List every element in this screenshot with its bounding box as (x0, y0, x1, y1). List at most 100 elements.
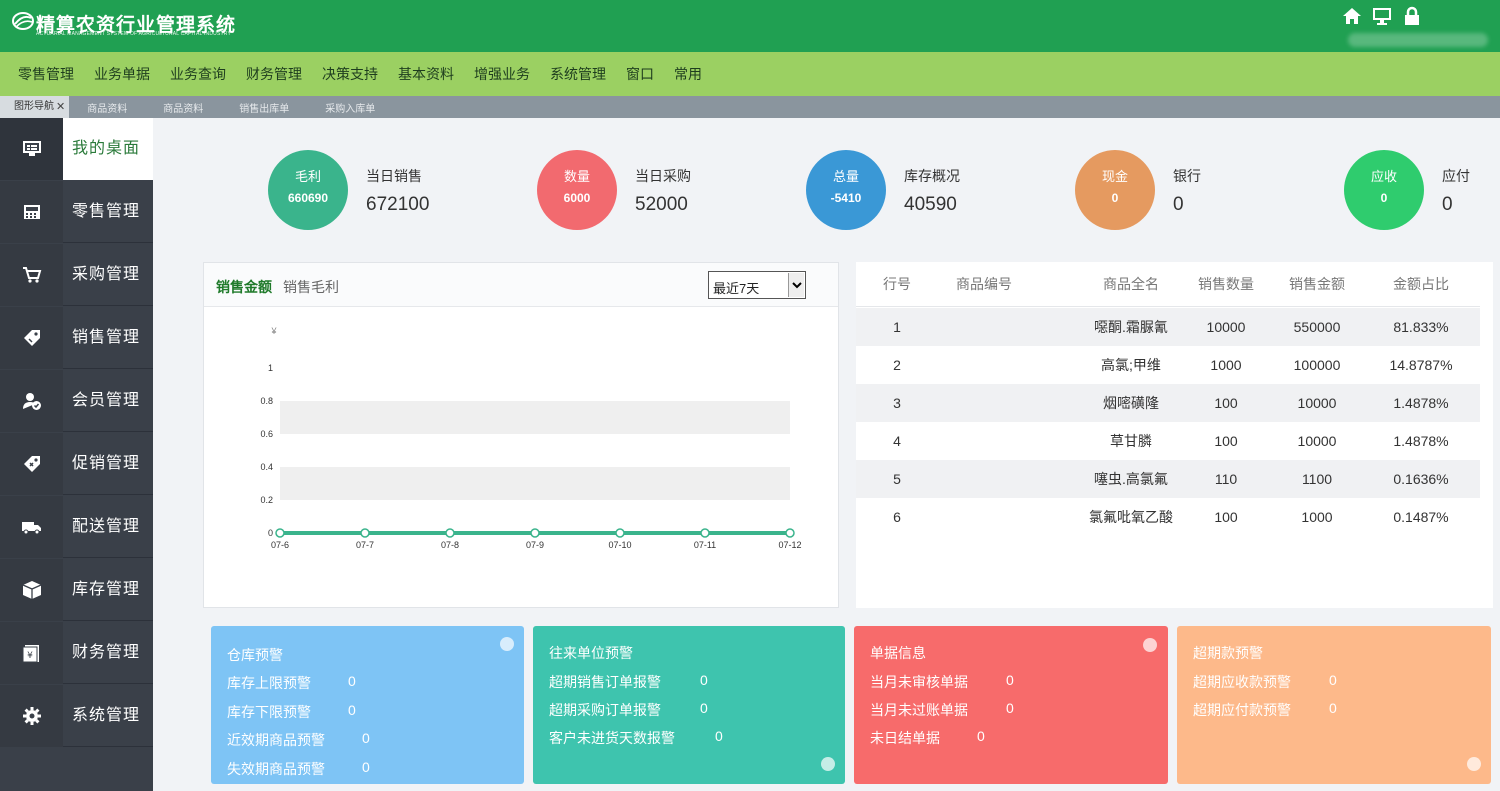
date-range-select[interactable]: 最近7天 (708, 271, 806, 299)
grid-band (280, 434, 790, 467)
grid-band (280, 368, 790, 401)
monitor-icon[interactable] (1372, 6, 1392, 26)
cell-sales-amount: 1000 (1301, 509, 1333, 525)
col-header[interactable]: 销售数量 (1182, 262, 1270, 306)
data-point[interactable] (360, 528, 370, 538)
sidebar-item-member[interactable]: 会员管理 (0, 370, 153, 432)
tab-label: 图形导航 (14, 101, 54, 112)
warning-overdue-payable[interactable]: 超期应付款预警 (1193, 700, 1291, 720)
warning-overdue-sales-order[interactable]: 超期销售订单报警 (549, 672, 661, 692)
sales-chart-panel: 销售金额 销售毛利 最近7天 0 0.2 0.4 0.6 0.8 1 ¥07-6 07-7 07… (203, 262, 839, 608)
data-point[interactable] (700, 528, 710, 538)
stat-circle[interactable]: 毛利 660690 (268, 150, 348, 230)
cell-sales-amount: 10000 (1297, 433, 1337, 449)
stat-circle[interactable]: 现金 0 (1075, 150, 1155, 230)
data-point[interactable] (275, 528, 285, 538)
menu-item-common[interactable]: 常用 (664, 64, 712, 84)
chevron-down-icon[interactable] (788, 273, 804, 297)
table-row[interactable]: 5 噻虫.高氯氟 110 1100 0.1636% (856, 460, 1480, 498)
warning-value: 0 (1329, 672, 1337, 688)
info-unsettled-daily[interactable]: 未日结单据 (870, 728, 940, 748)
table-row[interactable]: 2 高氯;甲维 1000 100000 14.8787% (856, 346, 1480, 384)
warning-value: 0 (715, 728, 723, 744)
warning-customer-no-purchase[interactable]: 客户未进货天数报警 (549, 728, 675, 748)
sidebar-item-label: 我的桌面 (72, 140, 141, 157)
cell-product-code (938, 384, 1030, 422)
top-header: 精算农资行业管理系统 ACTUARIAL MANAGEMENT SYSTEM O… (0, 0, 1500, 52)
data-point[interactable] (530, 528, 540, 538)
tab-sales-outbound[interactable]: 销售出库单 (221, 100, 307, 115)
cell-amount-ratio: 1.4878% (1393, 395, 1449, 411)
chart-header: 销售金额 销售毛利 最近7天 (204, 263, 838, 307)
cell-sales-qty: 100 (1214, 433, 1238, 449)
cell-sales-qty: 10000 (1206, 319, 1246, 335)
card-partner-warning: 往来单位预警 超期销售订单报警 0 超期采购订单报警 0 客户未进货天数报警 0 (533, 626, 845, 784)
dot-icon (1143, 638, 1157, 652)
grid-band (280, 500, 790, 533)
col-header[interactable]: 销售金额 (1270, 262, 1364, 306)
stat-value: 0 (1442, 194, 1453, 215)
menu-item-basic-data[interactable]: 基本资料 (388, 64, 464, 84)
menu-item-system[interactable]: 系统管理 (540, 64, 616, 84)
svg-text:¥: ¥ (27, 651, 33, 661)
cell-row-no: 5 (893, 471, 901, 487)
sidebar-item-retail[interactable]: 零售管理 (0, 181, 153, 243)
table-row[interactable]: 4 草甘膦 100 10000 1.4878% (856, 422, 1480, 460)
stat-value: 40590 (904, 194, 957, 215)
menu-item-query[interactable]: 业务查询 (160, 64, 236, 84)
info-unposted[interactable]: 当月未过账单据 (870, 700, 968, 720)
tab-graphic-nav[interactable]: 图形导航 ✕ (0, 96, 70, 118)
data-point[interactable] (615, 528, 625, 538)
menu-item-documents[interactable]: 业务单据 (84, 64, 160, 84)
warning-expired[interactable]: 失效期商品预警 (227, 759, 325, 779)
info-unreviewed[interactable]: 当月未审核单据 (870, 672, 968, 692)
tab-sales-profit[interactable]: 销售毛利 (283, 277, 339, 297)
sidebar-item-inventory[interactable]: 库存管理 (0, 559, 153, 621)
warning-upper-limit[interactable]: 库存上限预警 (227, 673, 311, 693)
close-icon[interactable]: ✕ (56, 96, 65, 118)
user-info[interactable] (1348, 33, 1488, 47)
sidebar-item-promotion[interactable]: 促销管理 (0, 433, 153, 495)
stat-label: 库存概况 (904, 168, 960, 184)
sidebar-item-desktop[interactable]: 我的桌面 (0, 118, 153, 180)
cell-amount-ratio: 1.4878% (1393, 433, 1449, 449)
warning-overdue-purchase-order[interactable]: 超期采购订单报警 (549, 700, 661, 720)
menu-item-enhanced[interactable]: 增强业务 (464, 64, 540, 84)
menu-item-finance[interactable]: 财务管理 (236, 64, 312, 84)
sidebar-item-delivery[interactable]: 配送管理 (0, 496, 153, 558)
warning-near-expiry[interactable]: 近效期商品预警 (227, 730, 325, 750)
warning-overdue-receivable[interactable]: 超期应收款预警 (1193, 672, 1291, 692)
tab-product-data-2[interactable]: 商品资料 (145, 100, 221, 115)
sidebar-item-purchase[interactable]: 采购管理 (0, 244, 153, 306)
table-row[interactable]: 1 噁酮.霜脲氰 10000 550000 81.833% (856, 308, 1480, 346)
warning-lower-limit[interactable]: 库存下限预警 (227, 702, 311, 722)
stat-label: 应付 (1442, 168, 1470, 184)
menu-item-window[interactable]: 窗口 (616, 64, 664, 84)
stat-circle[interactable]: 数量 6000 (537, 150, 617, 230)
menu-item-decision[interactable]: 决策支持 (312, 64, 388, 84)
tab-purchase-inbound[interactable]: 采购入库单 (307, 100, 393, 115)
sidebar-item-system[interactable]: 系统管理 (0, 685, 153, 747)
tab-product-data[interactable]: 商品资料 (69, 100, 145, 115)
warning-value: 0 (348, 673, 356, 689)
table-row[interactable]: 3 烟嘧磺隆 100 10000 1.4878% (856, 384, 1480, 422)
tab-sales-amount[interactable]: 销售金额 (216, 277, 272, 297)
logo-icon (12, 12, 34, 30)
data-point[interactable] (785, 528, 795, 538)
col-header[interactable]: 金额占比 (1364, 262, 1478, 306)
sidebar-item-sales[interactable]: 销售管理 (0, 307, 153, 369)
table-row[interactable]: 6 氯氟吡氧乙酸 100 1000 0.1487% (856, 498, 1480, 536)
stat-circle[interactable]: 应收 0 (1344, 150, 1424, 230)
tab-strip: 图形导航 ✕ 商品资料 商品资料 销售出库单 采购入库单 (0, 96, 1500, 118)
sidebar-item-finance[interactable]: ¥ 财务管理 (0, 622, 153, 684)
col-header[interactable]: 商品编号 (938, 262, 1030, 306)
stat-circle[interactable]: 总量 -5410 (806, 150, 886, 230)
home-icon[interactable] (1342, 6, 1362, 26)
lock-icon[interactable] (1402, 6, 1422, 26)
data-point[interactable] (445, 528, 455, 538)
info-value: 0 (977, 728, 985, 744)
col-header[interactable]: 行号 (856, 262, 938, 306)
info-value: 0 (1006, 672, 1014, 688)
menu-item-retail[interactable]: 零售管理 (8, 64, 84, 84)
main-menu: 零售管理 业务单据 业务查询 财务管理 决策支持 基本资料 增强业务 系统管理 … (0, 52, 1500, 96)
